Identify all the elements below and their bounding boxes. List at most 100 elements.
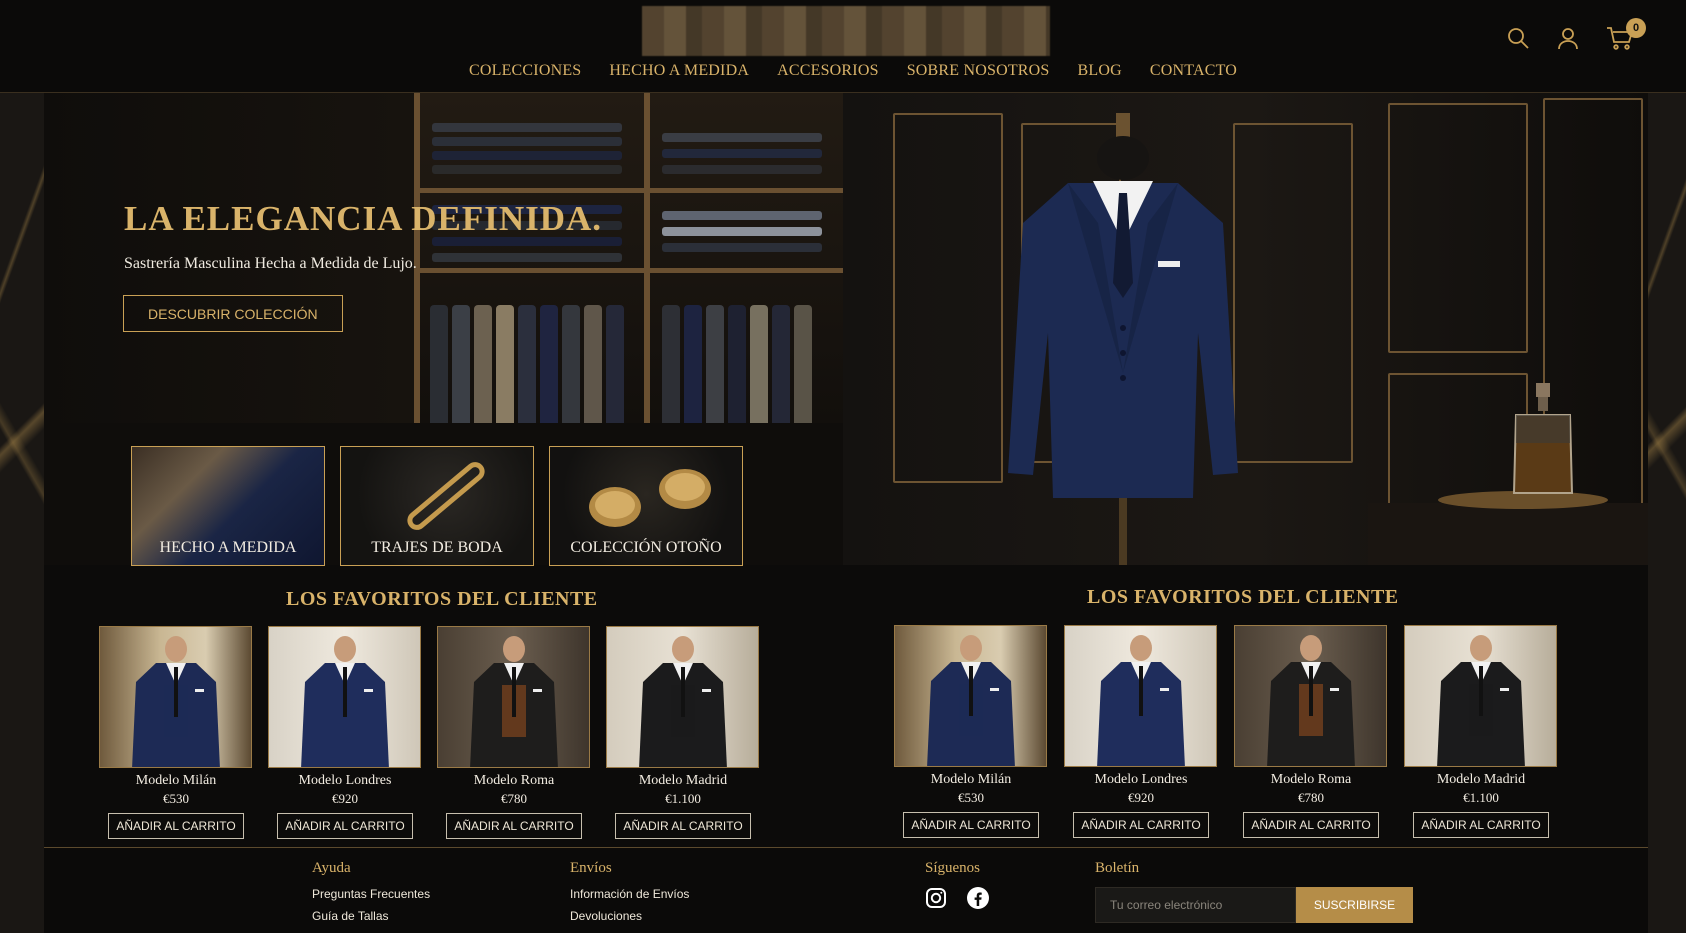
category-tile-trajes-de-boda[interactable]: TRAJES DE BODA — [340, 446, 534, 566]
add-to-cart-button[interactable]: AÑADIR AL CARRITO — [446, 813, 582, 839]
product-image[interactable] — [894, 625, 1047, 767]
faq-link[interactable]: Preguntas Frecuentes — [312, 887, 430, 901]
nav-accesorios[interactable]: ACCESORIOS — [777, 62, 879, 80]
suit-model-image — [1097, 635, 1185, 766]
nav-sobre-nosotros[interactable]: SOBRE NOSOTROS — [907, 62, 1050, 80]
product-price: €920 — [1128, 790, 1154, 805]
suit-model-image — [470, 636, 558, 767]
product-image[interactable] — [1404, 625, 1557, 767]
user-icon[interactable] — [1556, 26, 1580, 50]
hero-banner: LA ELEGANCIA DEFINIDA. Sastrería Masculi… — [44, 93, 843, 423]
size-guide-link[interactable]: Guía de Tallas — [312, 909, 430, 923]
product-card[interactable]: Modelo Roma €780 AÑADIR AL CARRITO — [437, 626, 591, 839]
footer-social: Síguenos — [925, 860, 989, 914]
suit-model-image — [639, 636, 727, 767]
category-tile-coleccion-otono[interactable]: COLECCIÓN OTOÑO — [549, 446, 743, 566]
marble-border-left — [0, 93, 44, 933]
cart-icon[interactable]: 0 — [1606, 18, 1646, 50]
product-card[interactable]: Modelo Londres €920 AÑADIR AL CARRITO — [1064, 625, 1218, 838]
mannequin-suit-image — [1008, 113, 1238, 565]
add-to-cart-button[interactable]: AÑADIR AL CARRITO — [1413, 812, 1549, 838]
category-tile-hecho-a-medida[interactable]: HECHO A MEDIDA — [131, 446, 325, 566]
category-label: TRAJES DE BODA — [371, 539, 503, 556]
product-card[interactable]: Modelo Roma €780 AÑADIR AL CARRITO — [1234, 625, 1388, 838]
product-card[interactable]: Modelo Madrid €1.100 AÑADIR AL CARRITO — [1404, 625, 1558, 838]
whisky-decanter-image — [1512, 383, 1574, 494]
add-to-cart-button[interactable]: AÑADIR AL CARRITO — [1073, 812, 1209, 838]
product-price: €920 — [332, 791, 358, 806]
nav-hecho-a-medida[interactable]: HECHO A MEDIDA — [609, 62, 749, 80]
product-image[interactable] — [1234, 625, 1387, 767]
favorites-title-left: LOS FAVORITOS DEL CLIENTE — [286, 588, 598, 610]
category-label: HECHO A MEDIDA — [159, 539, 297, 556]
cart-count-badge: 0 — [1626, 18, 1646, 38]
footer-newsletter: Boletín SUSCRIBIRSE — [1095, 860, 1413, 923]
nav-contacto[interactable]: CONTACTO — [1150, 62, 1237, 80]
product-price: €1.100 — [1463, 790, 1499, 805]
instagram-icon[interactable] — [925, 887, 947, 914]
site-header: COLECCIONES HECHO A MEDIDA ACCESORIOS SO… — [0, 0, 1686, 93]
footer-help-title: Ayuda — [312, 860, 351, 876]
facebook-icon[interactable] — [967, 887, 989, 914]
product-image[interactable] — [99, 626, 252, 768]
add-to-cart-button[interactable]: AÑADIR AL CARRITO — [1243, 812, 1379, 838]
product-name: Modelo Milán — [135, 773, 217, 788]
site-footer: Ayuda Preguntas Frecuentes Guía de Talla… — [44, 847, 1648, 933]
favorites-title-right: LOS FAVORITOS DEL CLIENTE — [1087, 586, 1399, 608]
suit-model-image — [132, 636, 220, 767]
nav-blog[interactable]: BLOG — [1078, 62, 1122, 80]
product-name: Modelo Roma — [473, 773, 555, 788]
suit-model-image — [927, 635, 1015, 766]
suit-showcase-image — [843, 93, 1648, 565]
marble-border-right — [1648, 93, 1686, 933]
suit-model-image — [1267, 635, 1355, 766]
product-name: Modelo Roma — [1270, 772, 1352, 787]
main-nav: COLECCIONES HECHO A MEDIDA ACCESORIOS SO… — [0, 62, 1686, 80]
footer-social-title: Síguenos — [925, 860, 981, 876]
footer-help: Ayuda Preguntas Frecuentes Guía de Talla… — [312, 860, 430, 931]
add-to-cart-button[interactable]: AÑADIR AL CARRITO — [108, 813, 244, 839]
brand-logo-blurred[interactable] — [642, 6, 1050, 56]
newsletter-email-input[interactable] — [1095, 887, 1296, 923]
category-label: COLECCIÓN OTOÑO — [570, 539, 722, 556]
suit-model-image — [301, 636, 389, 767]
product-price: €780 — [1298, 790, 1324, 805]
product-card[interactable]: Modelo Londres €920 AÑADIR AL CARRITO — [268, 626, 422, 839]
product-price: €530 — [958, 790, 984, 805]
suit-model-image — [1437, 635, 1525, 766]
product-price: €780 — [501, 791, 527, 806]
add-to-cart-button[interactable]: AÑADIR AL CARRITO — [277, 813, 413, 839]
product-card[interactable]: Modelo Milán €530 AÑADIR AL CARRITO — [894, 625, 1048, 838]
hero-title: LA ELEGANCIA DEFINIDA. — [124, 199, 603, 238]
header-actions: 0 — [1506, 18, 1646, 50]
product-image[interactable] — [606, 626, 759, 768]
add-to-cart-button[interactable]: AÑADIR AL CARRITO — [615, 813, 751, 839]
subscribe-button[interactable]: SUSCRIBIRSE — [1296, 887, 1413, 923]
footer-shipping: Envíos Información de Envíos Devolucione… — [570, 860, 689, 931]
favorites-grid-right: Modelo Milán €530 AÑADIR AL CARRITO Modelo … — [894, 625, 1558, 838]
nav-colecciones[interactable]: COLECCIONES — [469, 62, 581, 80]
product-name: Modelo Madrid — [638, 773, 728, 788]
shipping-info-link[interactable]: Información de Envíos — [570, 887, 689, 901]
footer-shipping-title: Envíos — [570, 860, 612, 876]
product-image[interactable] — [1064, 625, 1217, 767]
product-card[interactable]: Modelo Milán €530 AÑADIR AL CARRITO — [99, 626, 253, 839]
footer-newsletter-title: Boletín — [1095, 860, 1140, 876]
product-name: Modelo Madrid — [1436, 772, 1526, 787]
returns-link[interactable]: Devoluciones — [570, 909, 689, 923]
favorites-grid-left: Modelo Milán €530 AÑADIR AL CARRITO Modelo … — [99, 626, 760, 839]
product-price: €530 — [163, 791, 189, 806]
search-icon[interactable] — [1506, 26, 1530, 50]
product-name: Modelo Londres — [298, 773, 392, 788]
product-card[interactable]: Modelo Madrid €1.100 AÑADIR AL CARRITO — [606, 626, 760, 839]
add-to-cart-button[interactable]: AÑADIR AL CARRITO — [903, 812, 1039, 838]
wardrobe-image — [414, 93, 843, 423]
hero-subtitle: Sastrería Masculina Hecha a Medida de Lu… — [124, 255, 417, 272]
product-name: Modelo Londres — [1094, 772, 1188, 787]
category-tiles: HECHO A MEDIDA TRAJES DE BODA COLECCIÓN … — [131, 446, 743, 566]
product-name: Modelo Milán — [930, 772, 1012, 787]
product-image[interactable] — [437, 626, 590, 768]
discover-collection-button[interactable]: DESCUBRIR COLECCIÓN — [123, 295, 343, 332]
product-price: €1.100 — [665, 791, 701, 806]
product-image[interactable] — [268, 626, 421, 768]
